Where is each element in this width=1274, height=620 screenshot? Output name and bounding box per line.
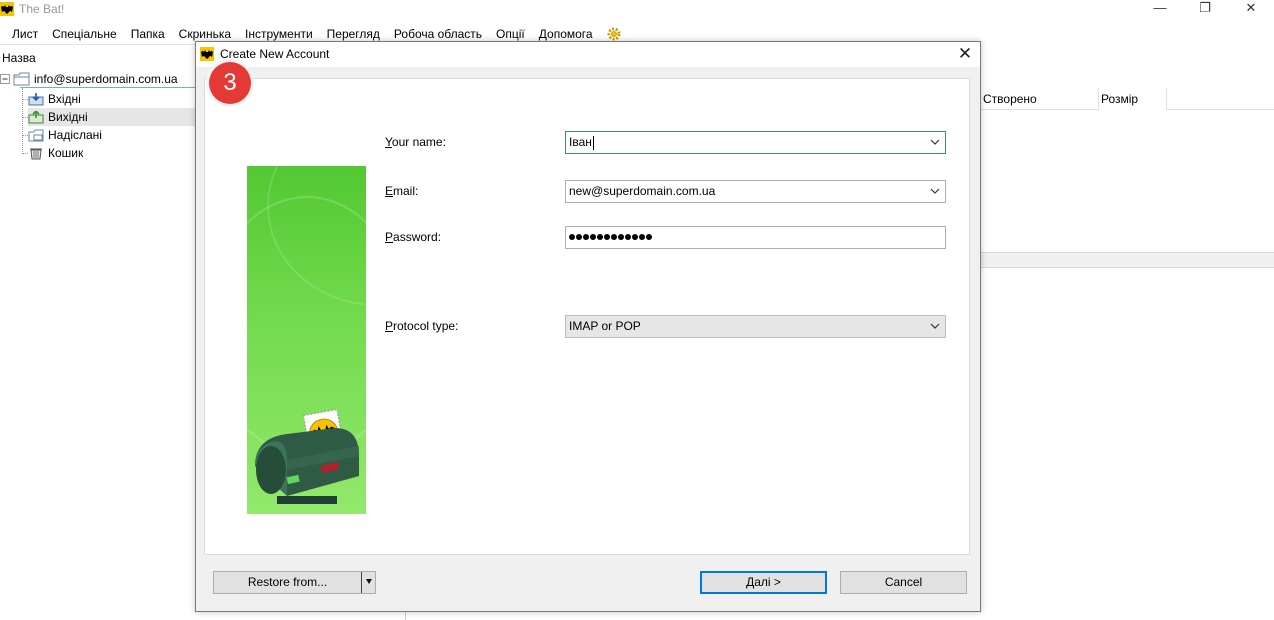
text-caret (593, 136, 594, 150)
restore-dropdown-toggle[interactable] (361, 572, 375, 593)
close-window-button[interactable]: ✕ (1228, 0, 1274, 22)
password-dot (618, 234, 624, 240)
email-label: Email: (385, 184, 419, 198)
create-account-dialog: Create New Account ✕ Your name: Іван Ema… (195, 41, 981, 612)
folder-label: Вихідні (48, 110, 88, 124)
password-dot (583, 234, 589, 240)
cancel-button[interactable]: Cancel (840, 571, 967, 594)
menu-folder[interactable]: Папка (124, 24, 172, 44)
tree-focus-line (20, 87, 196, 88)
maximize-button[interactable]: ❐ (1182, 0, 1228, 22)
password-dot (611, 234, 617, 240)
folder-label: Кошик (48, 146, 84, 160)
tree-column-header[interactable]: Назва (2, 51, 36, 65)
message-list-header: Створено Розмір (981, 88, 1274, 110)
main-titlebar: The Bat! — ❐ ✕ (0, 0, 1274, 22)
password-dot (604, 234, 610, 240)
app-title: The Bat! (19, 2, 65, 16)
bat-logo-icon (0, 2, 14, 16)
email-value: new@superdomain.com.ua (569, 184, 716, 198)
chevron-down-icon[interactable] (929, 185, 941, 197)
caret-down-icon (365, 579, 372, 584)
password-dot (625, 234, 631, 240)
password-dot (590, 234, 596, 240)
folder-inbox[interactable]: Вхідні (28, 90, 85, 108)
your-name-label: Your name: (385, 135, 446, 149)
protocol-type-value: IMAP or POP (569, 319, 641, 333)
chevron-down-icon[interactable] (929, 136, 941, 148)
password-dot (576, 234, 582, 240)
gear-icon[interactable] (606, 26, 622, 42)
tree-guide-line (22, 88, 23, 154)
email-field[interactable]: new@superdomain.com.ua (565, 180, 946, 203)
account-folder-icon (13, 72, 30, 86)
password-dot (569, 234, 575, 240)
column-created[interactable]: Створено (981, 88, 1099, 110)
dialog-titlebar: Create New Account ✕ (196, 42, 980, 67)
dialog-title: Create New Account (220, 47, 330, 61)
minimize-button[interactable]: — (1137, 0, 1183, 22)
chevron-down-icon[interactable] (929, 320, 941, 332)
folder-outbox[interactable]: Вихідні (28, 108, 198, 126)
menu-letter[interactable]: Лист (0, 24, 45, 44)
protocol-type-select[interactable]: IMAP or POP (565, 315, 946, 338)
password-dot (632, 234, 638, 240)
folder-trash[interactable]: Кошик (28, 144, 87, 162)
outbox-icon (28, 110, 44, 123)
menu-special[interactable]: Спеціальне (45, 24, 124, 44)
your-name-field[interactable]: Іван (565, 131, 946, 154)
dialog-close-button[interactable]: ✕ (952, 44, 978, 65)
folder-label: Надіслані (48, 128, 102, 142)
restore-from-label: Restore from... (247, 575, 328, 589)
restore-from-button[interactable]: Restore from... (213, 571, 376, 594)
password-label: Password: (385, 230, 442, 244)
bat-logo-icon (200, 47, 214, 61)
column-size[interactable]: Розмір (1099, 88, 1167, 110)
preview-splitter[interactable] (981, 252, 1274, 268)
sent-icon (28, 129, 44, 141)
next-button[interactable]: Далі > (700, 571, 827, 594)
folder-sent[interactable]: Надіслані (28, 126, 106, 144)
trash-icon (30, 148, 42, 159)
mailbox-banner-image (247, 166, 366, 514)
password-mask (569, 231, 652, 240)
inbox-icon (28, 92, 44, 105)
password-dot (597, 234, 603, 240)
step-number-badge: 3 (209, 62, 251, 104)
wizard-panel: Your name: Іван Email: new@superdomain.c… (204, 78, 970, 555)
folder-label: Вхідні (48, 92, 81, 106)
account-label: info@superdomain.com.ua (34, 72, 178, 86)
password-field[interactable] (565, 226, 946, 249)
collapse-icon[interactable] (0, 74, 10, 84)
password-dot (639, 234, 645, 240)
your-name-value: Іван (569, 135, 592, 149)
mailbox-icon (255, 408, 359, 504)
tree-account-row[interactable]: info@superdomain.com.ua (0, 72, 178, 86)
protocol-type-label: Protocol type: (385, 319, 459, 333)
password-dot (646, 234, 652, 240)
